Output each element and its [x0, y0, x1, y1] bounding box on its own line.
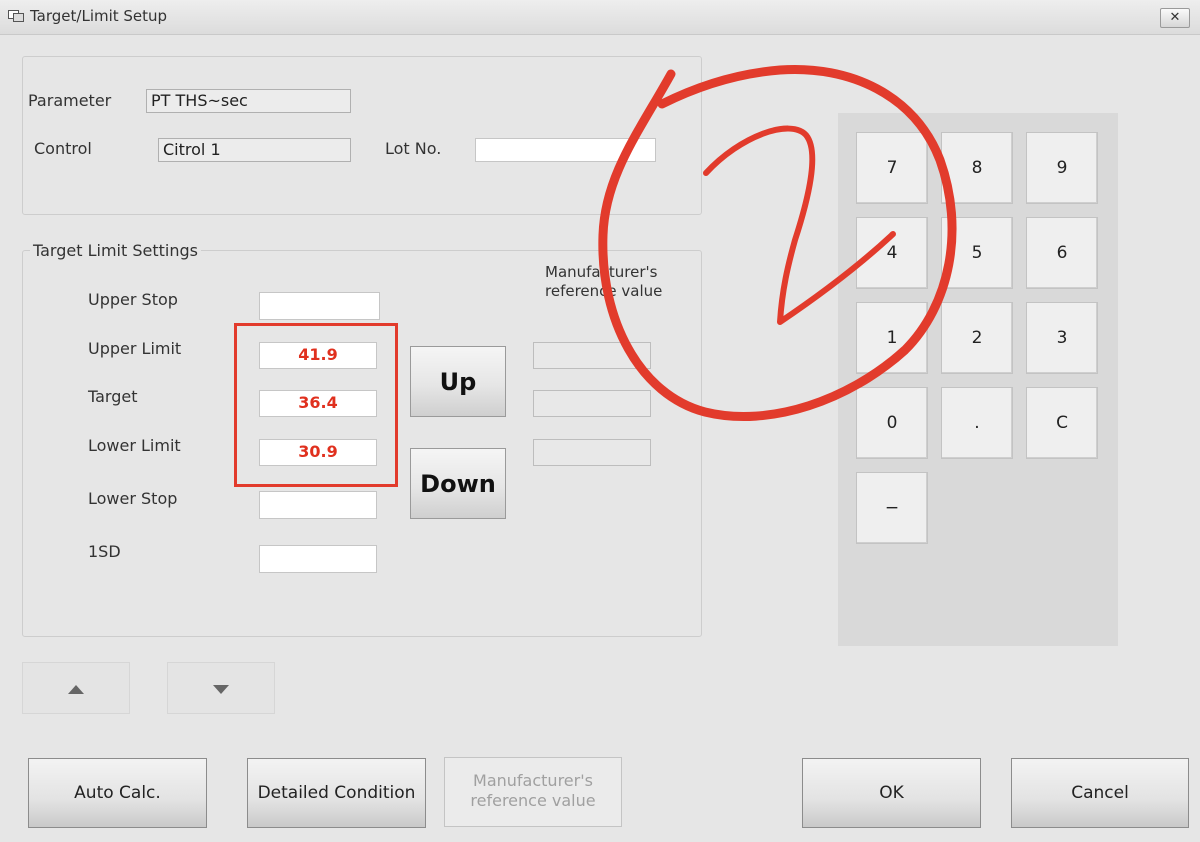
ref-lower-limit-field [533, 439, 651, 466]
control-field: Citrol 1 [158, 138, 351, 162]
key-decimal[interactable]: . [941, 387, 1013, 459]
title-bar: Target/Limit Setup ✕ [0, 0, 1200, 35]
lower-limit-label: Lower Limit [88, 436, 181, 455]
scroll-down-button[interactable] [167, 662, 275, 714]
parameter-field: PT THS~sec [146, 89, 351, 113]
parameter-group [22, 56, 702, 215]
control-label: Control [34, 139, 92, 158]
lot-number-input[interactable] [475, 138, 656, 162]
key-minus[interactable]: − [856, 472, 928, 544]
key-clear[interactable]: C [1026, 387, 1098, 459]
key-8[interactable]: 8 [941, 132, 1013, 204]
detailed-condition-button[interactable]: Detailed Condition [247, 758, 426, 828]
key-5[interactable]: 5 [941, 217, 1013, 289]
ref-target-field [533, 390, 651, 417]
highlight-box [234, 323, 398, 487]
one-sd-input[interactable] [259, 545, 377, 573]
ok-button[interactable]: OK [802, 758, 981, 828]
up-button[interactable]: Up [410, 346, 506, 417]
target-limit-title: Target Limit Settings [30, 241, 201, 260]
key-9[interactable]: 9 [1026, 132, 1098, 204]
key-6[interactable]: 6 [1026, 217, 1098, 289]
key-1[interactable]: 1 [856, 302, 928, 374]
key-3[interactable]: 3 [1026, 302, 1098, 374]
window-icon [8, 10, 24, 22]
upper-limit-label: Upper Limit [88, 339, 182, 358]
cancel-button[interactable]: Cancel [1011, 758, 1189, 828]
key-2[interactable]: 2 [941, 302, 1013, 374]
key-7[interactable]: 7 [856, 132, 928, 204]
triangle-down-icon [213, 685, 229, 694]
key-4[interactable]: 4 [856, 217, 928, 289]
parameter-label: Parameter [28, 91, 112, 110]
lot-label: Lot No. [385, 139, 442, 158]
one-sd-label: 1SD [88, 542, 121, 561]
manufacturer-reference-button[interactable]: Manufacturer's reference value [444, 757, 622, 827]
auto-calc-button[interactable]: Auto Calc. [28, 758, 207, 828]
upper-stop-label: Upper Stop [88, 290, 178, 309]
manufacturer-header: Manufacturer's reference value [545, 263, 663, 300]
down-button[interactable]: Down [410, 448, 506, 519]
lower-stop-input[interactable] [259, 491, 377, 519]
target-label: Target [88, 387, 138, 406]
ref-upper-limit-field [533, 342, 651, 369]
window-title: Target/Limit Setup [30, 7, 168, 25]
triangle-up-icon [68, 685, 84, 694]
close-button[interactable]: ✕ [1160, 8, 1190, 28]
upper-stop-input[interactable] [259, 292, 380, 320]
lower-stop-label: Lower Stop [88, 489, 178, 508]
scroll-up-button[interactable] [22, 662, 130, 714]
key-0[interactable]: 0 [856, 387, 928, 459]
